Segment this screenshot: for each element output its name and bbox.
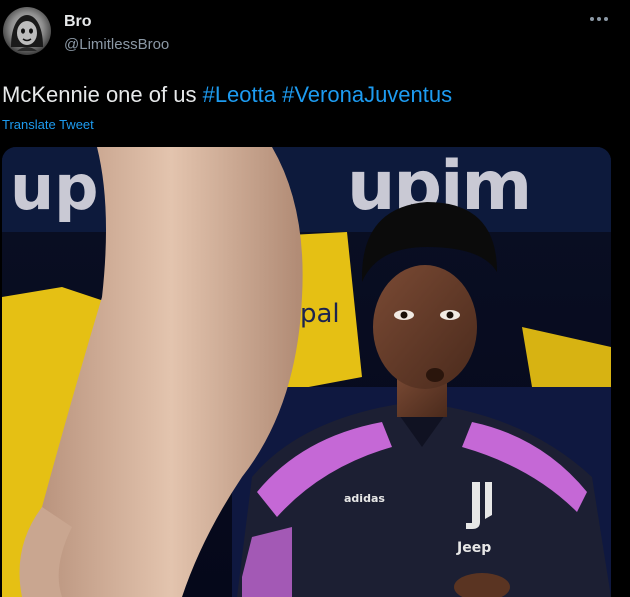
pupil: [400, 311, 408, 319]
translate-tweet-link[interactable]: Translate Tweet: [2, 117, 94, 132]
tweet-media-image[interactable]: upim up pal adidas Jeep: [2, 147, 611, 597]
bench-text: pal: [300, 299, 340, 329]
shirt-sponsor-text: Jeep: [456, 540, 491, 556]
pupil: [446, 311, 454, 319]
club-logo: [485, 482, 492, 519]
tweet: Bro @LimitlessBroo McKennie one of us #L…: [0, 0, 630, 597]
more-dot: [590, 17, 594, 21]
more-options-icon[interactable]: [588, 12, 610, 26]
hashtag-link[interactable]: #VeronaJuventus: [282, 82, 452, 107]
more-dot: [604, 17, 608, 21]
author-display-name[interactable]: Bro: [64, 13, 92, 31]
shirt-brand-text: adidas: [344, 492, 385, 505]
tweet-text-plain: McKennie one of us: [2, 82, 203, 107]
media-photo: upim up pal adidas Jeep: [2, 147, 611, 597]
hashtag-link[interactable]: #Leotta: [203, 82, 276, 107]
tweet-text: McKennie one of us #Leotta #VeronaJuvent…: [2, 82, 452, 108]
mouth: [426, 368, 444, 382]
more-dot: [597, 17, 601, 21]
board-text-left: up: [10, 151, 99, 224]
author-handle[interactable]: @LimitlessBroo: [64, 36, 169, 53]
face: [373, 265, 477, 389]
avatar-cartoon-face-icon: [11, 15, 43, 51]
author-avatar[interactable]: [3, 7, 51, 55]
